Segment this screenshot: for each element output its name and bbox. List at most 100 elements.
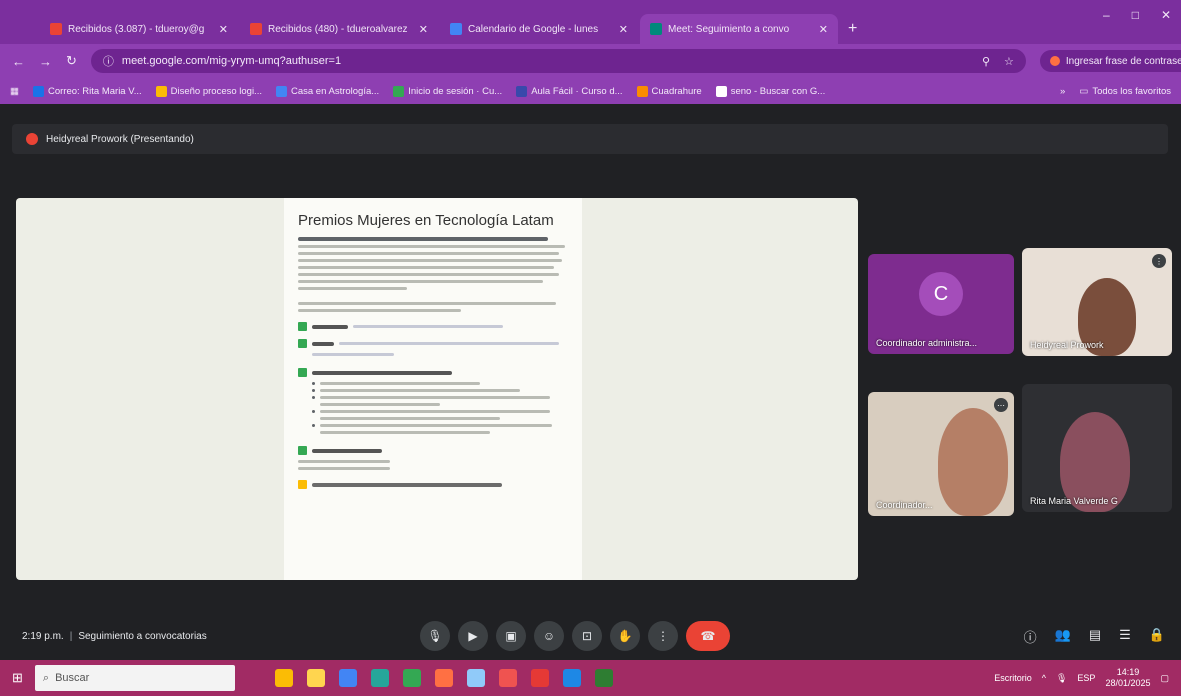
system-tray: Escritorio ^ 🎙 ESP 14:19 28/01/2025 ▢ (994, 667, 1169, 689)
document-title: Premios Mujeres en Tecnología Latam (298, 212, 554, 229)
taskbar-search[interactable]: ⌕ Buscar (34, 665, 235, 691)
doc-text-line (298, 273, 560, 276)
bookmark-item[interactable]: Inicio de sesión · Cu... (393, 85, 502, 97)
search-icon: ⌕ (42, 671, 50, 684)
close-icon[interactable]: ✕ (619, 23, 628, 36)
desktop-label[interactable]: Escritorio (994, 673, 1032, 683)
emoji-icon: ☺ (542, 629, 556, 643)
doc-bullet (312, 396, 570, 399)
presenter-bar: Heidyreal Prowork (Presentando) (12, 124, 1168, 154)
doc-bullet (312, 403, 570, 406)
app-icon[interactable] (466, 669, 485, 687)
doc-text-line (298, 266, 554, 269)
camera-button[interactable]: ▶ (458, 621, 488, 651)
more-options-icon[interactable]: ⋯ (994, 398, 1008, 412)
app-icon[interactable] (402, 669, 421, 687)
tab-gmail-1[interactable]: Recibidos (3.087) - tdueroy@g ✕ (40, 14, 238, 44)
doc-text-line (298, 287, 407, 290)
tab-title: Recibidos (3.087) - tdueroy@g (68, 23, 205, 35)
apps-icon[interactable]: ▦ (10, 86, 19, 97)
bookmark-item[interactable]: Casa en Astrología... (275, 85, 379, 97)
tab-meet[interactable]: Meet: Seguimiento a convo ✕ (640, 14, 838, 44)
chat-icon[interactable]: ▤ (1089, 627, 1101, 646)
clock[interactable]: 14:19 28/01/2025 (1105, 667, 1150, 689)
more-button[interactable]: ⋮ (648, 621, 678, 651)
tab-gmail-2[interactable]: Recibidos (480) - tdueroalvarez ✕ (240, 14, 438, 44)
leave-call-button[interactable]: ☎ (686, 621, 730, 651)
tab-calendar[interactable]: Calendario de Google - lunes ✕ (440, 14, 638, 44)
back-icon[interactable]: ← (12, 54, 25, 69)
participant-video (938, 408, 1008, 516)
new-tab-button[interactable]: + (848, 20, 857, 38)
participant-name: Coordinador administra... (876, 338, 978, 348)
activities-icon[interactable]: ☰ (1119, 627, 1131, 646)
bookmark-item[interactable]: Aula Fácil · Curso d... (516, 85, 623, 97)
maximize-button[interactable]: □ (1132, 8, 1139, 22)
windows-start-icon[interactable]: ⊞ (12, 670, 23, 686)
participant-tile[interactable]: Rita Maria Valverde G (1022, 384, 1172, 512)
excel-icon[interactable] (594, 669, 613, 687)
doc-text-line (298, 252, 560, 255)
word-icon[interactable] (562, 669, 581, 687)
participant-tile[interactable]: C Coordinador administra... (868, 254, 1014, 354)
bookmark-label: Diseño proceso logi... (170, 85, 262, 97)
people-icon[interactable]: 👥 (1055, 627, 1071, 646)
captions-button[interactable]: ▣ (496, 621, 526, 651)
site-info-icon[interactable]: ⓘ (103, 53, 114, 69)
gmail-icon (50, 23, 62, 35)
mic-tray-icon[interactable]: 🎙 (1056, 673, 1067, 684)
search-placeholder: Buscar (55, 672, 90, 684)
doc-text-line (312, 353, 394, 356)
doc-text-line (298, 237, 549, 241)
reload-icon[interactable]: ↻ (66, 53, 77, 69)
bookmark-item[interactable]: Correo: Rita Maria V... (32, 85, 142, 97)
chrome-icon[interactable] (274, 669, 293, 687)
bookmark-item[interactable]: seno - Buscar con G... (715, 85, 825, 97)
close-icon[interactable]: ✕ (819, 23, 828, 36)
forward-icon[interactable]: → (39, 54, 52, 69)
lock-icon[interactable]: 🔒 (1149, 627, 1165, 646)
close-icon[interactable]: ✕ (419, 23, 428, 36)
mic-button[interactable]: 🎙 (420, 621, 450, 651)
acrobat-icon[interactable] (498, 669, 517, 687)
more-options-icon[interactable]: ⋮ (1152, 254, 1166, 268)
bookmark-item[interactable]: Cuadrahure (636, 85, 702, 97)
emoji-button[interactable]: ☺ (534, 621, 564, 651)
raise-hand-button[interactable]: ✋ (610, 621, 640, 651)
checkbox-icon (298, 339, 307, 348)
participant-name: Rita Maria Valverde G (1030, 496, 1118, 506)
minimize-button[interactable]: – (1103, 8, 1110, 22)
all-bookmarks[interactable]: ▭ Todos los favoritos (1079, 86, 1171, 97)
file-explorer-icon[interactable] (306, 669, 325, 687)
doc-text-line (298, 460, 391, 463)
participant-tile[interactable]: ⋮ Heidyreal Prowork (1022, 248, 1172, 356)
close-window-button[interactable]: ✕ (1161, 8, 1171, 22)
doc-section (298, 446, 570, 455)
bookmark-item[interactable]: Diseño proceso logi... (155, 85, 262, 97)
language-indicator[interactable]: ESP (1077, 673, 1095, 683)
close-icon[interactable]: ✕ (219, 23, 228, 36)
address-bar[interactable]: ⓘ meet.google.com/mig-yrym-umq?authuser=… (90, 49, 1026, 73)
meeting-controls: 2:19 p.m. | Seguimiento a convocatorias 🎙 … (0, 612, 1181, 660)
store-icon[interactable] (338, 669, 357, 687)
participant-tile[interactable]: ⋯ Coordinador... (868, 392, 1014, 516)
bookmark-icon (275, 85, 287, 97)
doc-label (312, 324, 348, 329)
bookmark-label: Aula Fácil · Curso d... (531, 85, 623, 97)
window-controls: – □ ✕ (1103, 8, 1171, 22)
star-icon[interactable]: ☆ (1004, 55, 1014, 68)
mic-icon: 🎙 (427, 629, 443, 643)
zoom-icon[interactable]: ⚲ (982, 55, 990, 68)
info-icon[interactable]: ⓘ (1024, 627, 1037, 646)
more-icon: ⋮ (657, 629, 669, 643)
bookmarks-overflow-icon[interactable]: » (1060, 86, 1065, 97)
password-button[interactable]: Ingresar frase de contraseña (1039, 50, 1181, 72)
present-button[interactable]: ⊡ (572, 621, 602, 651)
chevron-up-icon[interactable]: ^ (1042, 673, 1046, 683)
bookmark-icon (516, 85, 528, 97)
notifications-icon[interactable]: ▢ (1160, 673, 1169, 684)
bookmarks-bar: ▦ Correo: Rita Maria V... Diseño proceso… (0, 78, 1181, 104)
edge-icon[interactable] (370, 669, 389, 687)
firefox-icon[interactable] (434, 669, 453, 687)
app-icon[interactable] (530, 669, 549, 687)
